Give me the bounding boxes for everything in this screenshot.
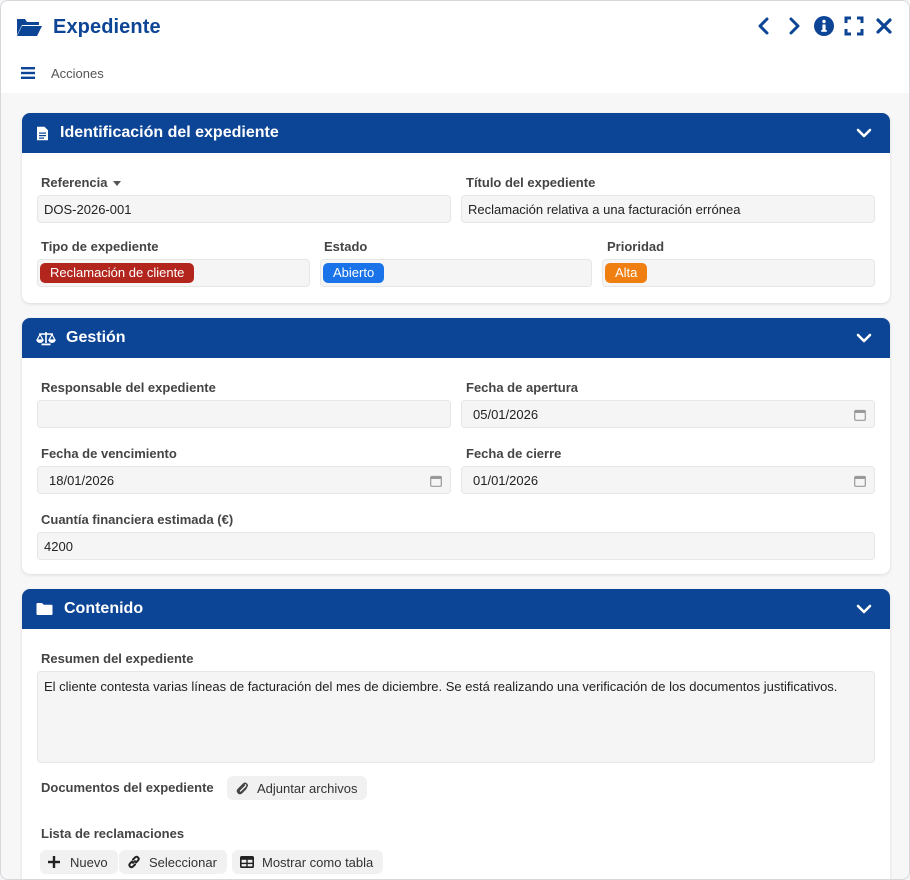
new-claim-button[interactable]: Nuevo [40,850,118,874]
priority-label: Prioridad [607,239,665,254]
summary-label: Resumen del expediente [41,651,194,666]
scale-icon [36,330,58,346]
table-icon [240,855,254,869]
identification-section-title: Identificación del expediente [60,124,279,141]
due-date-field[interactable]: 18/01/2026 [37,466,451,494]
collapse-chevron-icon[interactable] [856,330,872,346]
due-date-label: Fecha de vencimiento [41,446,177,461]
management-section: Gestión Responsable del expediente Fecha… [22,318,890,574]
caret-down-icon[interactable] [113,181,122,187]
priority-field[interactable]: Alta [602,259,875,287]
collapse-chevron-icon[interactable] [856,125,872,141]
chevron-left-icon [758,17,769,35]
fullscreen-button[interactable] [843,15,865,37]
responsible-label: Responsable del expediente [41,380,216,395]
type-field[interactable]: Reclamación de cliente [37,259,310,287]
link-icon [127,855,141,869]
management-section-title: Gestión [66,329,126,346]
opening-date-label: Fecha de apertura [466,380,578,395]
collapse-chevron-icon[interactable] [856,601,872,617]
info-icon [814,16,834,36]
state-label: Estado [324,239,368,254]
folder-open-icon [17,19,42,36]
amount-field[interactable]: 4200 [37,532,875,560]
chevron-right-icon [789,17,800,35]
expediente-window: Expediente Acciones Identificación del e… [0,0,910,880]
close-button[interactable] [873,15,895,37]
next-button[interactable] [783,15,805,37]
actions-menu-label[interactable]: Acciones [51,66,104,81]
actions-bar[interactable]: Acciones [1,53,909,93]
reference-label[interactable]: Referencia [41,175,122,190]
content-section-title: Contenido [64,600,144,617]
calendar-icon[interactable] [430,475,442,487]
select-claim-button[interactable]: Seleccionar [119,850,227,874]
previous-button[interactable] [753,15,775,37]
attach-files-button[interactable]: Adjuntar archivos [227,776,368,800]
management-section-header[interactable]: Gestión [22,318,890,358]
state-field[interactable]: Abierto [320,259,592,287]
title-bar: Expediente [1,1,909,53]
closing-date-label: Fecha de cierre [466,446,562,461]
folder-icon [36,601,56,617]
hamburger-menu-icon [21,67,35,79]
type-label: Tipo de expediente [41,239,159,254]
file-title-label: Título del expediente [466,175,596,190]
amount-label: Cuantía financiera estimada (€) [41,512,234,527]
documents-label: Documentos del expediente [41,780,214,795]
content-section-header[interactable]: Contenido [22,589,890,629]
content-section: Contenido Resumen del expediente El clie… [22,589,890,879]
window-title: Expediente [53,15,161,38]
closing-date-field[interactable]: 01/01/2026 [461,466,875,494]
info-button[interactable] [813,15,835,37]
claims-list-label: Lista de reclamaciones [41,826,185,841]
window-controls [753,15,895,37]
priority-badge: Alta [605,263,648,283]
plus-icon [48,855,62,869]
paperclip-icon [235,781,249,795]
calendar-icon[interactable] [854,409,866,421]
identification-section-header[interactable]: Identificación del expediente [22,113,890,153]
state-badge: Abierto [323,263,385,283]
summary-textarea[interactable]: El cliente contesta varias líneas de fac… [37,671,875,763]
opening-date-field[interactable]: 05/01/2026 [461,400,875,428]
type-badge: Reclamación de cliente [40,263,195,283]
document-icon [36,125,52,141]
responsible-field[interactable] [37,400,451,428]
identification-section: Identificación del expediente Referencia… [22,113,890,303]
calendar-icon[interactable] [854,475,866,487]
close-icon [876,18,892,34]
show-as-table-button[interactable]: Mostrar como tabla [232,850,384,874]
reference-field[interactable]: DOS-2026-001 [37,195,451,223]
expand-icon [844,16,864,36]
file-title-field[interactable]: Reclamación relativa a una facturación e… [461,195,875,223]
